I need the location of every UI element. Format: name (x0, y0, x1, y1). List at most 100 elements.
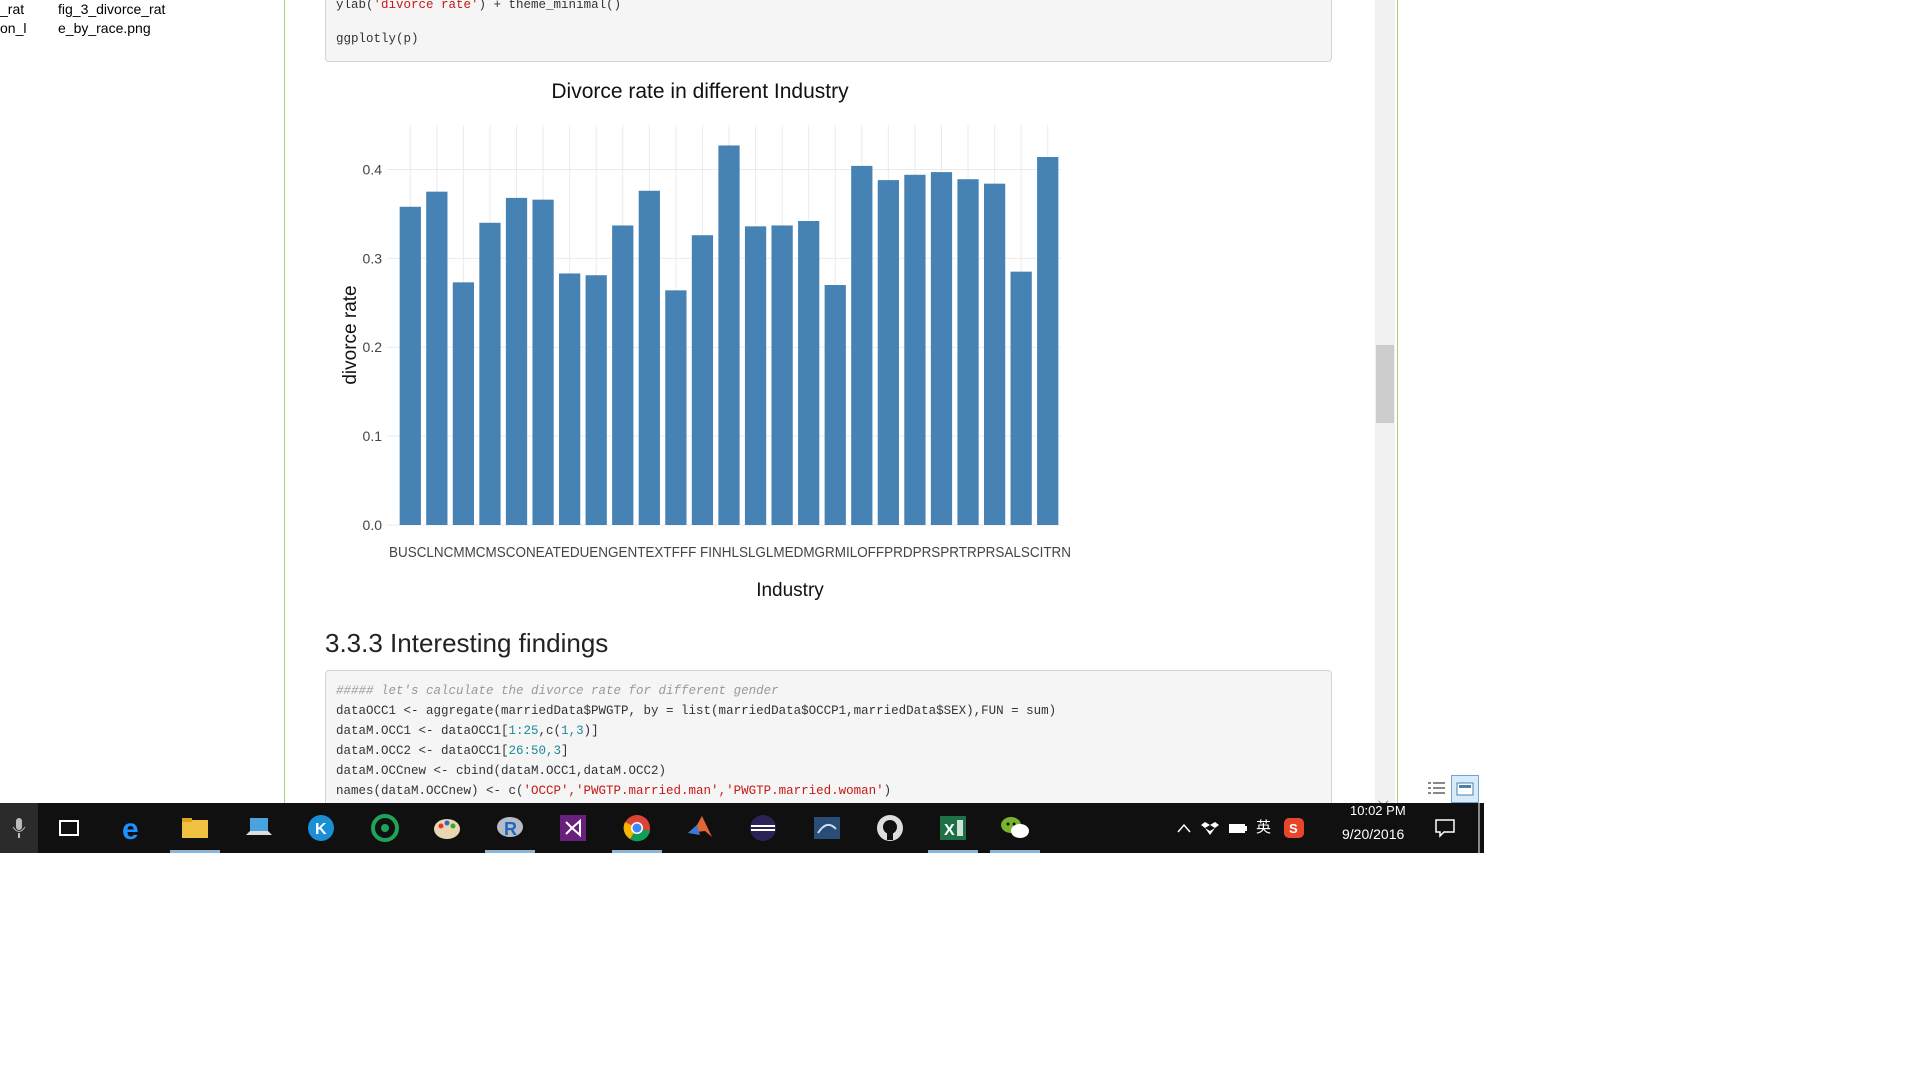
eclipse-icon[interactable] (746, 811, 780, 845)
clock-time[interactable]: 10:02 PM (1350, 803, 1406, 818)
bar[interactable] (585, 275, 607, 525)
svg-text:K: K (315, 821, 327, 838)
scroll-thumb[interactable] (1376, 345, 1394, 423)
bar[interactable] (983, 183, 1006, 525)
svg-text:R: R (504, 819, 517, 839)
code-part: dataM.OCC1 <- dataOCC1[ (336, 724, 509, 738)
rmarkdown-viewer-window: ylab('divorce rate') + theme_minimal() g… (284, 0, 1398, 812)
task-view-icon[interactable] (52, 811, 86, 845)
code-comment: ##### let's calculate the divorce rate f… (336, 684, 779, 698)
show-hidden-icons-icon[interactable] (1172, 811, 1196, 845)
bar[interactable] (532, 199, 554, 525)
file-explorer-pane: _rat fig_3_divorce_rat on_l e_by_race.pn… (0, 0, 280, 800)
active-indicator (990, 850, 1040, 853)
svg-text:e: e (122, 813, 139, 843)
bar[interactable] (904, 174, 926, 525)
file-name-col1-row2[interactable]: on_l (0, 19, 26, 37)
code-number: 1:25 (508, 724, 539, 738)
code-part: dataM.OCC2 <- dataOCC1[ (336, 744, 509, 758)
code-string: 'divorce rate' (373, 0, 479, 12)
code-line-occ1: dataM.OCC1 <- dataOCC1[1:25,c(1,3)] (336, 721, 599, 741)
svg-text:X: X (944, 822, 955, 839)
action-center-icon[interactable] (1430, 811, 1460, 845)
bar-chart[interactable]: Divorce rate in different Industry 0.0 0.1… (285, 70, 1085, 610)
code-block-gender: ##### let's calculate the divorce rate f… (325, 670, 1332, 811)
code-line-ylab: ylab('divorce rate') + theme_minimal() (336, 0, 621, 15)
laptop-icon[interactable] (242, 811, 276, 845)
bar[interactable] (505, 197, 528, 525)
code-part: names(dataM.OCCnew) <- c( (336, 784, 524, 798)
bar[interactable] (638, 190, 660, 525)
file-explorer-icon[interactable] (170, 811, 220, 853)
code-line-cbind: dataM.OCCnew <- cbind(dataM.OCC1,dataM.O… (336, 764, 667, 778)
y-axis-title: divorce rate (340, 285, 361, 384)
y-tick-label: 0.2 (363, 339, 383, 355)
y-tick-label: 0.3 (363, 250, 383, 266)
bar[interactable] (957, 179, 979, 525)
bar[interactable] (399, 206, 421, 525)
large-icons-view-icon[interactable] (1451, 775, 1479, 803)
file-name-row2[interactable]: e_by_race.png (58, 19, 151, 37)
dropbox-icon[interactable] (1198, 811, 1222, 845)
bar[interactable] (426, 191, 448, 525)
paint-icon[interactable] (430, 811, 464, 845)
bar[interactable] (718, 145, 740, 525)
bar[interactable] (452, 282, 475, 525)
sql-icon[interactable] (810, 811, 844, 845)
chrome-icon[interactable] (612, 811, 662, 853)
sogou-input-icon[interactable]: S (1282, 811, 1306, 845)
green-app-icon[interactable] (368, 811, 402, 845)
visual-studio-icon[interactable] (556, 811, 590, 845)
y-tick-label: 0.1 (363, 428, 383, 444)
code-line-occ2: dataM.OCC2 <- dataOCC1[26:50,3] (336, 741, 569, 761)
show-desktop-divider[interactable] (1478, 803, 1480, 853)
chart-title: Divorce rate in different Industry (551, 80, 849, 103)
excel-icon[interactable]: X (928, 811, 978, 853)
r-icon[interactable]: R (485, 811, 535, 853)
code-fn: ylab( (336, 0, 374, 12)
matlab-icon[interactable] (683, 811, 717, 845)
clock-date[interactable]: 9/20/2016 (1342, 826, 1404, 842)
bar[interactable] (691, 235, 714, 525)
k-app-icon[interactable]: K (304, 811, 338, 845)
battery-icon[interactable] (1226, 811, 1250, 845)
bar[interactable] (1010, 271, 1032, 525)
code-line-names: names(dataM.OCCnew) <- c('OCCP','PWGTP.m… (336, 781, 891, 801)
edge-icon[interactable]: e (116, 811, 150, 845)
github-icon[interactable] (873, 811, 907, 845)
bar[interactable] (1037, 157, 1059, 525)
wechat-icon[interactable] (990, 811, 1040, 853)
code-part: ) (883, 784, 892, 798)
vertical-scrollbar[interactable]: ⌵ (1375, 0, 1395, 811)
file-name-row1[interactable]: fig_3_divorce_rat (58, 0, 165, 18)
ime-indicator[interactable]: 英 (1256, 816, 1271, 837)
bar[interactable] (612, 225, 634, 525)
x-axis-title: Industry (756, 580, 824, 601)
bar[interactable] (479, 222, 501, 525)
y-tick-label: 0.4 (363, 161, 383, 177)
bar[interactable] (851, 165, 873, 525)
bar[interactable] (559, 273, 581, 525)
active-indicator (485, 850, 535, 853)
bar[interactable] (877, 180, 899, 525)
bar[interactable] (930, 172, 953, 525)
code-rest: ) + theme_minimal() (478, 0, 622, 12)
bar[interactable] (771, 225, 793, 525)
code-line-ggplotly: ggplotly(p) (336, 32, 419, 46)
microphone-icon[interactable] (0, 803, 38, 853)
bar[interactable] (665, 290, 687, 525)
windows-taskbar: e K R X 英 S 10:02 PM 9/20/2016 (0, 803, 1484, 853)
code-part: ,c( (538, 724, 562, 738)
details-view-icon[interactable] (1425, 777, 1449, 801)
x-tick-labels: BUSCLNCMMCMSCONEATEDUENGENTEXTFFF FINHLS… (389, 544, 1071, 561)
y-tick-label: 0.0 (363, 517, 383, 533)
bar[interactable] (744, 226, 767, 526)
bar[interactable] (798, 221, 820, 525)
code-line-aggregate: dataOCC1 <- aggregate(marriedData$PWGTP,… (336, 704, 1057, 718)
code-number: 1,3 (561, 724, 584, 738)
bar[interactable] (824, 285, 846, 525)
active-indicator (170, 850, 220, 853)
code-block-ggplot: ylab('divorce rate') + theme_minimal() g… (325, 0, 1332, 62)
code-number: 26:50,3 (508, 744, 562, 758)
file-name-col1-row1[interactable]: _rat (0, 0, 24, 18)
